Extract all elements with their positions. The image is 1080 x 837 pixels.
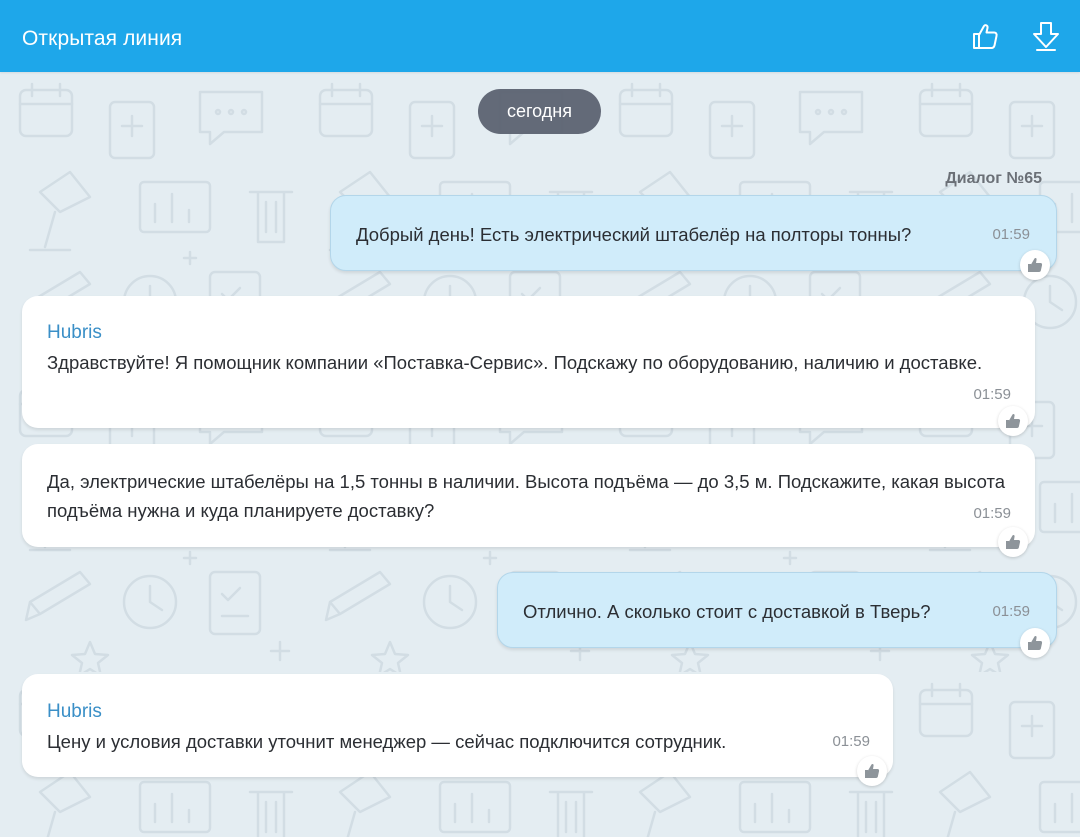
outgoing-message: Добрый день! Есть электрический штабелёр… — [330, 195, 1057, 271]
message-time: 01:59 — [832, 733, 870, 750]
message-time: 01:59 — [992, 603, 1030, 620]
message-like-button[interactable] — [998, 406, 1028, 436]
message-list[interactable]: сегодня Диалог №65 Добрый день! Есть эле… — [0, 72, 1080, 837]
message-like-button[interactable] — [1020, 628, 1050, 658]
incoming-message: Да, электрические штабелёры на 1,5 тонны… — [22, 444, 1035, 547]
message-time: 01:59 — [992, 226, 1030, 243]
thumbs-up-icon — [1006, 535, 1021, 549]
message-like-button[interactable] — [998, 527, 1028, 557]
message-text: Цену и условия доставки уточнит менеджер… — [47, 731, 727, 752]
rate-dialog-button[interactable] — [969, 20, 1001, 52]
message-time: 01:59 — [973, 386, 1011, 403]
message-like-button[interactable] — [1020, 250, 1050, 280]
message-text: Да, электрические штабелёры на 1,5 тонны… — [47, 471, 1006, 521]
chat-title: Открытая линия — [22, 27, 183, 50]
message-like-button[interactable] — [857, 756, 887, 786]
dialog-number-label: Диалог №65 — [945, 170, 1042, 187]
thumbs-up-icon — [973, 24, 998, 49]
message-text: Добрый день! Есть электрический штабелёр… — [356, 224, 912, 245]
message-text: Отлично. А сколько стоит с доставкой в Т… — [523, 601, 931, 622]
outgoing-message: Отлично. А сколько стоит с доставкой в Т… — [497, 572, 1057, 648]
sender-name: Hubris — [47, 322, 102, 343]
thumbs-up-icon — [865, 764, 880, 778]
sender-name: Hubris — [47, 701, 102, 722]
chat-header: Открытая линия — [0, 0, 1080, 72]
message-text: Здравствуйте! Я помощник компании «Поста… — [47, 352, 983, 373]
message-time: 01:59 — [973, 505, 1011, 522]
download-arrow-icon — [1033, 22, 1059, 51]
incoming-message: Hubris Здравствуйте! Я помощник компании… — [22, 296, 1035, 428]
date-separator: сегодня — [478, 89, 601, 134]
incoming-message: Hubris Цену и условия доставки уточнит м… — [22, 674, 893, 777]
thumbs-up-icon — [1028, 258, 1043, 272]
thumbs-up-icon — [1006, 414, 1021, 428]
download-button[interactable] — [1030, 20, 1062, 52]
thumbs-up-icon — [1028, 636, 1043, 650]
